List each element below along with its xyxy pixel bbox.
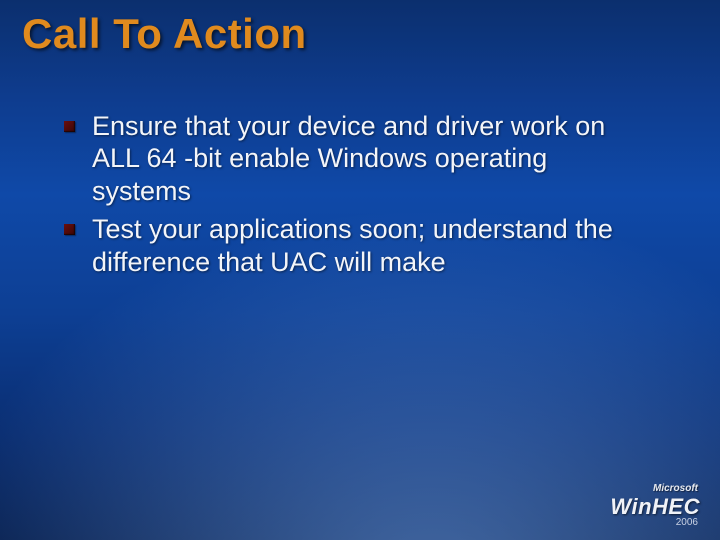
footer-logo: Microsoft WinHEC 2006 [610, 484, 700, 528]
brand-year: 2006 [610, 518, 700, 528]
bullet-list: Ensure that your device and driver work … [60, 110, 680, 284]
brand-main: WinHEC [610, 494, 700, 519]
list-item: Ensure that your device and driver work … [60, 110, 612, 207]
slide: Call To Action Ensure that your device a… [0, 0, 720, 540]
slide-title: Call To Action [22, 10, 307, 58]
list-item: Test your applications soon; understand … [60, 213, 672, 278]
brand-small: Microsoft [610, 484, 700, 494]
